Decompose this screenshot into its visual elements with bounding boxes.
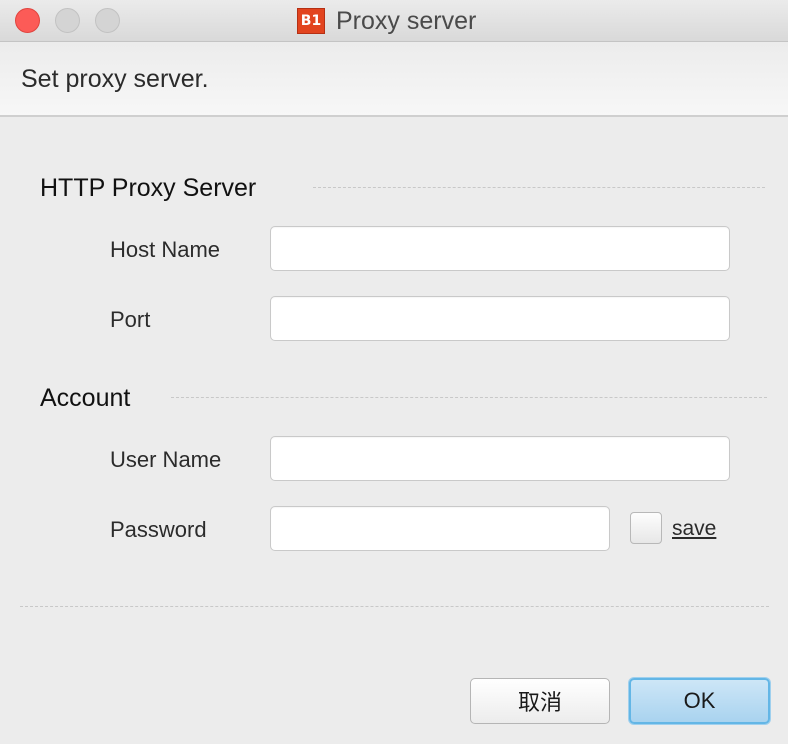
window-title-group: B1 Proxy server (297, 6, 476, 36)
host-name-label: Host Name (110, 237, 221, 262)
password-input[interactable] (270, 506, 610, 551)
user-name-input[interactable] (270, 436, 730, 481)
http-proxy-section-title: HTTP Proxy Server (40, 174, 257, 202)
password-label: Password (110, 517, 207, 542)
section-divider (171, 397, 767, 398)
account-section-title: Account (40, 384, 131, 412)
app-icon: B1 (297, 8, 325, 34)
host-name-input[interactable] (270, 226, 730, 271)
window-title: Proxy server (336, 6, 477, 35)
footer-divider (20, 606, 769, 607)
port-label: Port (110, 307, 151, 332)
title-bar: B1 Proxy server (0, 0, 788, 42)
zoom-window-button[interactable] (95, 8, 120, 33)
banner-text: Set proxy server. (21, 65, 209, 93)
section-divider (313, 187, 765, 188)
header-banner: Set proxy server. (0, 43, 788, 117)
save-password-checkbox[interactable] (630, 512, 662, 544)
minimize-window-button[interactable] (55, 8, 80, 33)
save-password-label[interactable]: save (672, 517, 716, 541)
close-window-button[interactable] (15, 8, 40, 33)
port-input[interactable] (270, 296, 730, 341)
user-name-label: User Name (110, 447, 222, 472)
cancel-button[interactable]: 取消 (470, 678, 610, 724)
ok-button[interactable]: OK (629, 678, 770, 724)
proxy-server-dialog: B1 Proxy server Set proxy server. HTTP P… (0, 0, 788, 744)
